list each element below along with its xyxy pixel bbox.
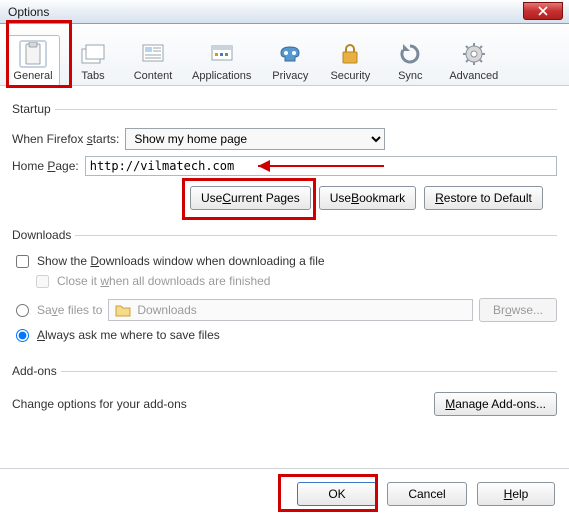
ok-button[interactable]: OK <box>297 482 377 506</box>
when-firefox-starts-label: When Firefox starts: <box>12 132 119 146</box>
tab-label: Sync <box>398 70 422 82</box>
save-files-to-label: Save files to <box>37 303 102 317</box>
close-when-finished-label: Close it when all downloads are finished <box>57 274 270 288</box>
manage-addons-button[interactable]: Manage Add-ons... <box>434 392 557 416</box>
show-downloads-window-checkbox[interactable] <box>16 255 29 268</box>
content-area: Startup When Firefox starts: Show my hom… <box>0 86 569 434</box>
tab-tabs[interactable]: Tabs <box>66 36 120 85</box>
close-when-finished-checkbox <box>36 275 49 288</box>
tabs-icon <box>79 40 107 68</box>
addons-group: Add-ons Change options for your add-ons … <box>12 364 557 426</box>
dialog-button-bar: OK Cancel Help <box>0 468 569 518</box>
homepage-label: Home Page: <box>12 159 79 173</box>
advanced-icon <box>460 40 488 68</box>
tab-label: Advanced <box>449 70 498 82</box>
applications-icon <box>208 40 236 68</box>
startup-group: Startup When Firefox starts: Show my hom… <box>12 102 557 212</box>
tab-security[interactable]: Security <box>323 36 377 85</box>
tab-label: Tabs <box>81 70 104 82</box>
tab-label: General <box>13 70 52 82</box>
always-ask-label: Always ask me where to save files <box>37 328 220 342</box>
cancel-button[interactable]: Cancel <box>387 482 467 506</box>
folder-icon <box>115 303 131 317</box>
always-ask-radio[interactable] <box>16 329 29 342</box>
save-folder-display: Downloads <box>108 299 473 321</box>
privacy-icon <box>276 40 304 68</box>
save-folder-path: Downloads <box>137 303 196 317</box>
tab-privacy[interactable]: Privacy <box>263 36 317 85</box>
tab-label: Security <box>330 70 370 82</box>
use-bookmark-button[interactable]: Use Bookmark <box>319 186 416 210</box>
restore-default-button[interactable]: Restore to Default <box>424 186 543 210</box>
security-icon <box>336 40 364 68</box>
tab-applications[interactable]: Applications <box>186 36 257 85</box>
title-bar: Options <box>0 0 569 24</box>
homepage-input[interactable] <box>85 156 557 176</box>
close-button[interactable] <box>523 2 563 20</box>
close-icon <box>538 6 548 16</box>
tab-advanced[interactable]: Advanced <box>443 36 504 85</box>
tab-label: Content <box>134 70 173 82</box>
startup-action-select[interactable]: Show my home page <box>125 128 385 150</box>
sync-icon <box>396 40 424 68</box>
downloads-group: Downloads Show the Downloads window when… <box>12 228 557 350</box>
addons-description: Change options for your add-ons <box>12 397 187 411</box>
startup-legend: Startup <box>8 102 55 116</box>
save-files-to-radio[interactable] <box>16 304 29 317</box>
addons-legend: Add-ons <box>8 364 61 378</box>
tab-label: Privacy <box>272 70 308 82</box>
tab-label: Applications <box>192 70 251 82</box>
window-title: Options <box>8 5 49 19</box>
downloads-legend: Downloads <box>8 228 75 242</box>
help-button[interactable]: Help <box>477 482 555 506</box>
use-current-pages-button[interactable]: Use Current Pages <box>190 186 311 210</box>
tab-content[interactable]: Content <box>126 36 180 85</box>
browse-button: Browse... <box>479 298 557 322</box>
tab-sync[interactable]: Sync <box>383 36 437 85</box>
show-downloads-window-label: Show the Downloads window when downloadi… <box>37 254 325 268</box>
tab-general[interactable]: General <box>6 35 60 86</box>
general-icon <box>19 40 47 68</box>
content-icon <box>139 40 167 68</box>
options-toolbar: General Tabs Content Applications Privac… <box>0 24 569 86</box>
